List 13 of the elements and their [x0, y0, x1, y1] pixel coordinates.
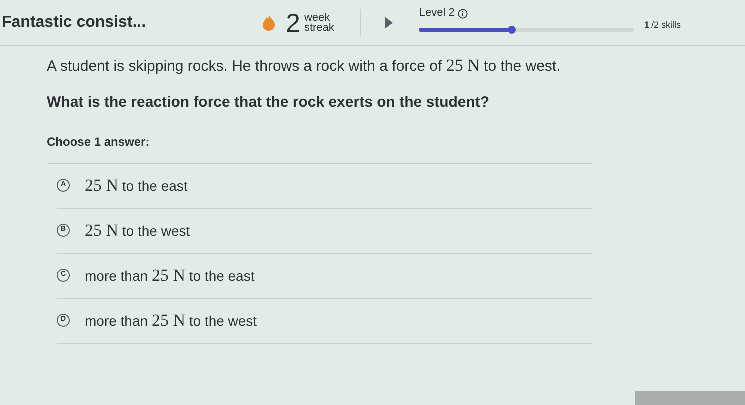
- flame-icon: [262, 14, 276, 30]
- question-text: A student is skipping rocks. He throws a rock with a force of 25 N to the west.: [47, 55, 562, 77]
- streak-label: week: [304, 12, 330, 22]
- question-ask: What is the reaction force that the rock exerts on the student?: [47, 93, 491, 113]
- skills-done: 1: [644, 18, 650, 32]
- choose-label: Choose 1 answer:: [47, 134, 151, 150]
- lesson-title: Fantastic consist...: [2, 12, 148, 32]
- streak-count: 2: [286, 10, 300, 36]
- streak-label: streak: [304, 22, 334, 32]
- play-icon[interactable]: [385, 16, 394, 28]
- skills-total: /2 skills: [651, 18, 681, 32]
- info-icon[interactable]: [458, 8, 468, 18]
- level-label: Level 2: [419, 6, 455, 22]
